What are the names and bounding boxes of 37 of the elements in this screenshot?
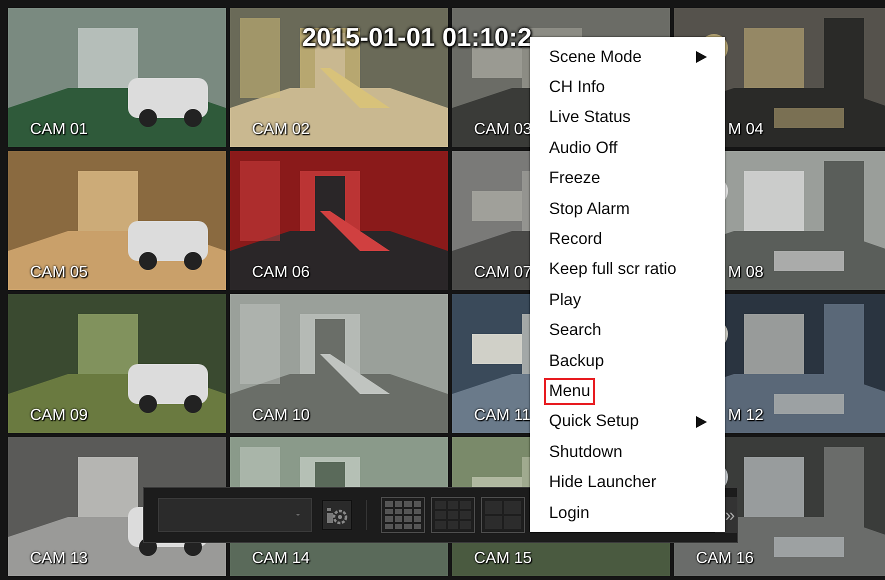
- menu-item[interactable]: Stop Alarm: [544, 196, 635, 223]
- menu-item[interactable]: Keep full scr ratio: [544, 256, 682, 284]
- menu-item[interactable]: Freeze: [544, 165, 606, 192]
- camera-label: M 08: [728, 264, 764, 282]
- menu-item[interactable]: Search: [544, 317, 606, 344]
- menu-item[interactable]: Play: [544, 286, 586, 314]
- menu-item[interactable]: Audio Off: [544, 134, 622, 162]
- camera-label: CAM 16: [696, 550, 754, 568]
- gear-icon: [326, 505, 348, 525]
- menu-item[interactable]: Hide Launcher: [544, 469, 662, 496]
- menu-item[interactable]: Backup: [544, 348, 610, 375]
- split-layout-button[interactable]: [381, 497, 425, 533]
- camera-label: CAM 15: [474, 550, 532, 568]
- camera-label: CAM 11: [474, 407, 531, 425]
- split-layout-button[interactable]: [431, 497, 475, 533]
- channel-dropdown[interactable]: [158, 498, 312, 532]
- camera-label: CAM 14: [252, 550, 310, 568]
- menu-item[interactable]: Quick Setup: [544, 408, 644, 436]
- camera-settings-button[interactable]: [322, 500, 352, 530]
- menu-item[interactable]: Scene Mode: [544, 44, 647, 71]
- camera-label: CAM 02: [252, 121, 310, 139]
- menu-item[interactable]: Login: [544, 500, 594, 527]
- camera-label: CAM 10: [252, 407, 310, 425]
- menu-item[interactable]: Record: [544, 226, 608, 254]
- menu-item[interactable]: CH Info: [544, 74, 610, 102]
- camera-label: M 04: [728, 121, 764, 139]
- camera-label: CAM 07: [474, 264, 532, 282]
- menu-item[interactable]: Menu: [544, 378, 596, 405]
- camera-label: CAM 13: [30, 550, 88, 568]
- camera-label: CAM 05: [30, 264, 88, 282]
- camera-label: CAM 01: [30, 121, 88, 139]
- camera-label: CAM 09: [30, 407, 88, 425]
- camera-label: M 12: [728, 407, 764, 425]
- split-layout-button[interactable]: [481, 497, 525, 533]
- menu-item[interactable]: Shutdown: [544, 438, 628, 466]
- menu-item[interactable]: Live Status: [544, 104, 636, 132]
- camera-label: CAM 06: [252, 264, 310, 282]
